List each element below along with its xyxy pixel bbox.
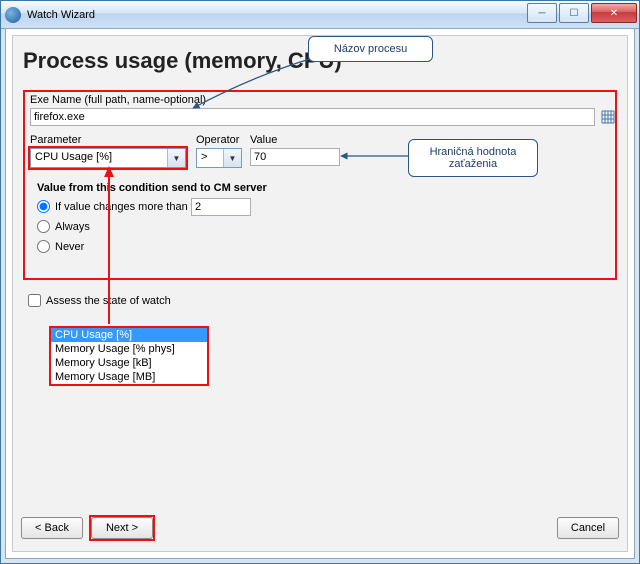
browse-icon[interactable] — [601, 110, 615, 124]
parameter-combo[interactable]: CPU Usage [%] ▼ — [30, 148, 186, 168]
exe-name-label: Exe Name (full path, name-optional) — [30, 94, 206, 106]
operator-value: > — [201, 151, 207, 163]
operator-label: Operator — [196, 134, 239, 146]
client-area: Process usage (memory, CPU) Názov proces… — [5, 28, 635, 559]
radio-never-input[interactable] — [37, 240, 50, 253]
value-input[interactable] — [250, 148, 340, 166]
titlebar[interactable]: Watch Wizard ─ ☐ ✕ — [1, 1, 639, 29]
radio-always[interactable]: Always — [37, 220, 90, 233]
minimize-button[interactable]: ─ — [527, 3, 557, 23]
close-button[interactable]: ✕ — [591, 3, 637, 23]
parameter-label: Parameter — [30, 134, 81, 146]
maximize-button[interactable]: ☐ — [559, 3, 589, 23]
window-buttons: ─ ☐ ✕ — [525, 3, 637, 23]
window-title: Watch Wizard — [27, 9, 95, 21]
parameter-dropdown-list[interactable]: CPU Usage [%] Memory Usage [% phys] Memo… — [49, 326, 209, 386]
app-icon — [5, 7, 21, 23]
dropdown-item[interactable]: Memory Usage [% phys] — [51, 342, 207, 356]
dropdown-item[interactable]: Memory Usage [kB] — [51, 356, 207, 370]
chevron-down-icon[interactable]: ▼ — [223, 149, 241, 167]
assess-checkbox[interactable]: Assess the state of watch — [28, 294, 171, 307]
callout-threshold: Hraničná hodnota zaťaženia — [408, 139, 538, 177]
change-threshold-input[interactable] — [191, 198, 251, 216]
operator-combo[interactable]: > ▼ — [196, 148, 242, 168]
exe-name-input[interactable] — [30, 108, 595, 126]
cancel-button[interactable]: Cancel — [557, 517, 619, 539]
dropdown-item[interactable]: Memory Usage [MB] — [51, 370, 207, 384]
wizard-button-bar: < Back Next > Cancel — [21, 517, 619, 543]
window-frame: Watch Wizard ─ ☐ ✕ Process usage (memory… — [0, 0, 640, 564]
chevron-down-icon[interactable]: ▼ — [167, 149, 185, 167]
back-button[interactable]: < Back — [21, 517, 83, 539]
radio-if-change[interactable]: If value changes more than — [37, 200, 188, 213]
callout-process-name: Názov procesu — [308, 36, 433, 62]
form-panel: Process usage (memory, CPU) Názov proces… — [12, 35, 628, 552]
page-title: Process usage (memory, CPU) — [23, 48, 342, 74]
radio-if-change-input[interactable] — [37, 200, 50, 213]
assess-checkbox-input[interactable] — [28, 294, 41, 307]
dropdown-item[interactable]: CPU Usage [%] — [51, 328, 207, 342]
next-button[interactable]: Next > — [91, 517, 153, 539]
send-group-title: Value from this condition send to CM ser… — [37, 182, 267, 194]
parameter-value: CPU Usage [%] — [35, 151, 112, 163]
value-label: Value — [250, 134, 277, 146]
radio-always-input[interactable] — [37, 220, 50, 233]
radio-never[interactable]: Never — [37, 240, 84, 253]
